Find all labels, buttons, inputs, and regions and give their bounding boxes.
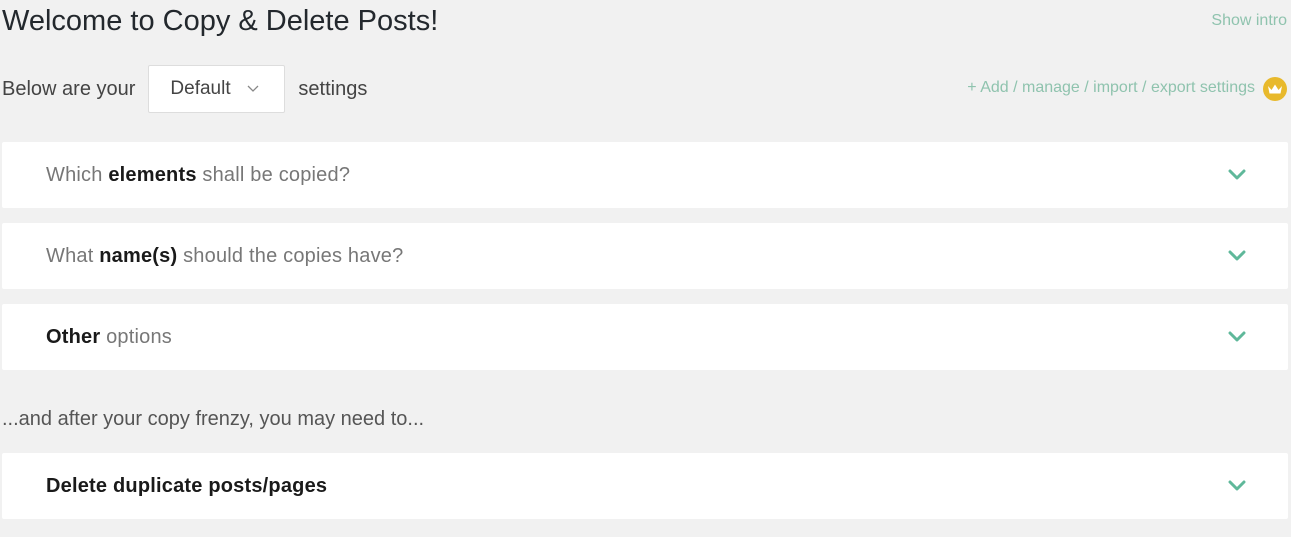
page-title: Welcome to Copy & Delete Posts! — [2, 5, 439, 37]
settings-profile-select[interactable]: Default — [148, 65, 286, 113]
panel-other-options[interactable]: Other options — [2, 304, 1288, 370]
settings-prefix-label: Below are your — [2, 77, 136, 100]
panel-title-post: options — [100, 325, 172, 348]
panel-elements-to-copy[interactable]: Which elements shall be copied? — [2, 142, 1288, 208]
panel-title-post: should the copies have? — [177, 244, 404, 267]
panel-delete-duplicates[interactable]: Delete duplicate posts/pages — [2, 453, 1288, 519]
chevron-down-icon[interactable] — [1226, 477, 1248, 495]
chevron-down-icon — [247, 85, 259, 93]
settings-suffix-label: settings — [298, 77, 368, 100]
chevron-down-icon[interactable] — [1226, 166, 1248, 184]
panel-title-strong: Other — [46, 325, 101, 348]
chevron-down-icon[interactable] — [1226, 328, 1248, 346]
settings-select-value: Default — [170, 78, 231, 99]
panel-title: Which elements shall be copied? — [46, 164, 350, 187]
manage-settings-link[interactable]: + Add / manage / import / export setting… — [967, 78, 1255, 98]
panel-title-strong: name(s) — [99, 244, 178, 267]
after-copy-hint: ...and after your copy frenzy, you may n… — [2, 408, 425, 430]
show-intro-link[interactable]: Show intro — [1211, 11, 1287, 31]
panel-title-pre: What — [46, 244, 100, 267]
panel-title-post: shall be copied? — [196, 163, 351, 186]
crown-icon[interactable] — [1263, 77, 1287, 101]
settings-row: Below are your Default settings — [2, 65, 367, 113]
panel-title-strong: elements — [108, 163, 197, 186]
panel-title-pre: Which — [46, 163, 109, 186]
panel-title: Delete duplicate posts/pages — [46, 474, 328, 497]
panel-title: What name(s) should the copies have? — [46, 245, 403, 268]
chevron-down-icon[interactable] — [1226, 247, 1248, 265]
panel-title: Other options — [46, 326, 172, 349]
panel-copy-names[interactable]: What name(s) should the copies have? — [2, 223, 1288, 289]
